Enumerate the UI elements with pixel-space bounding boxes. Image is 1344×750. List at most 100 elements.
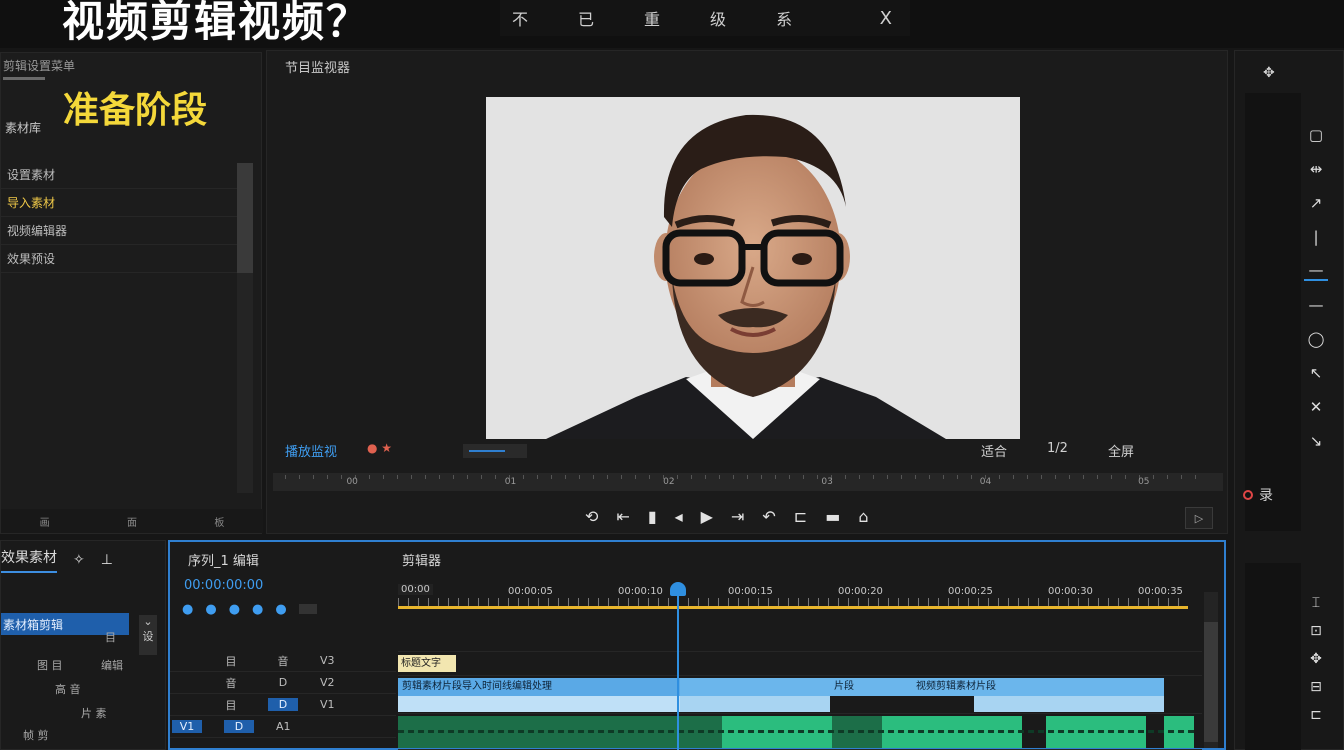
export-frame-button[interactable]: ▷ bbox=[1185, 507, 1213, 529]
pen-tool-icon[interactable]: ↖ bbox=[1304, 363, 1328, 383]
sparkle-icon[interactable]: ✧ bbox=[73, 552, 85, 568]
project-row[interactable]: 图 目 bbox=[37, 657, 63, 673]
video-preview[interactable] bbox=[486, 97, 1020, 439]
project-row[interactable]: 目 bbox=[105, 629, 116, 645]
razor-tool-icon[interactable]: | bbox=[1304, 227, 1328, 247]
zoom-tool-icon[interactable]: ↘ bbox=[1304, 431, 1328, 451]
project-row[interactable]: 片 素 bbox=[81, 705, 107, 721]
timeline-ruler[interactable]: 00:00:05 00:00:10 00:00:15 00:00:20 00:0… bbox=[398, 582, 1188, 610]
track-header-v2[interactable]: 音 D V2 bbox=[170, 672, 396, 694]
step-back-icon[interactable]: ◂ bbox=[675, 507, 683, 526]
monitor-scrub-bar[interactable]: 00 01 02 03 04 05 bbox=[273, 473, 1223, 491]
timeline-timecode[interactable]: 00:00:00:00 bbox=[184, 578, 263, 593]
video-clip-lower[interactable] bbox=[680, 696, 830, 712]
list-item[interactable]: 设置素材 bbox=[1, 161, 237, 189]
track-toggle[interactable]: 目 bbox=[216, 653, 246, 669]
title-clip[interactable]: 标题文字 bbox=[398, 655, 456, 672]
track-toggle[interactable]: D bbox=[268, 698, 298, 711]
footer-item[interactable]: 画 bbox=[40, 514, 50, 529]
undo-icon[interactable]: ↶ bbox=[762, 507, 775, 526]
loop-icon[interactable]: ⟲ bbox=[585, 507, 598, 526]
fullscreen-button[interactable]: 全屏 bbox=[1108, 441, 1134, 460]
track-lane-v3[interactable] bbox=[398, 610, 1202, 652]
timeline-scrollbar[interactable] bbox=[1204, 592, 1218, 748]
record-control[interactable]: 录 bbox=[1243, 485, 1273, 505]
track-header-a1[interactable]: V1 D A1 bbox=[170, 716, 396, 738]
ruler-start-timecode: 00:00 bbox=[398, 584, 433, 595]
track-toggle[interactable]: 音 bbox=[216, 675, 246, 691]
ellipse-tool-icon[interactable]: ◯ bbox=[1304, 329, 1328, 349]
work-area-bar[interactable] bbox=[398, 606, 1188, 609]
marker-icon[interactable]: ● ★ bbox=[367, 441, 392, 455]
project-dropdown[interactable]: ⌄ 设 bbox=[139, 615, 157, 655]
track-lane-v1[interactable]: 剪辑素材片段导入时间线编辑处理 片段 视频剪辑素材片段 bbox=[398, 676, 1202, 714]
linked-selection-icon[interactable]: ● bbox=[205, 602, 216, 617]
top-menu-item[interactable]: 级 bbox=[710, 6, 726, 30]
pin-icon[interactable]: ⊥ bbox=[101, 552, 113, 568]
timeline-tool-stub[interactable] bbox=[298, 604, 317, 614]
ripple-edit-icon[interactable]: ↗ bbox=[1304, 193, 1328, 213]
project-row[interactable]: 高 音 bbox=[55, 681, 81, 697]
slip-tool-icon[interactable]: — bbox=[1304, 261, 1328, 281]
insert-icon[interactable]: ⊏ bbox=[794, 507, 807, 526]
hand-tool-icon[interactable]: ✥ bbox=[1310, 651, 1322, 667]
frame-tool-icon[interactable]: ⊡ bbox=[1310, 623, 1322, 639]
cross-tool-icon[interactable]: ✕ bbox=[1304, 397, 1328, 417]
crop-tool-icon[interactable]: ⊏ bbox=[1310, 707, 1322, 723]
snap-icon[interactable]: ● bbox=[182, 602, 193, 617]
video-clip-lower[interactable] bbox=[974, 696, 1164, 712]
text-tool-icon[interactable]: ⌶ bbox=[1312, 595, 1320, 611]
project-row[interactable]: 帧 剪 bbox=[23, 727, 49, 743]
add-marker-icon[interactable]: ● bbox=[229, 602, 240, 617]
track-toggle[interactable]: D bbox=[224, 720, 254, 733]
go-to-out-icon[interactable]: ⇥ bbox=[731, 507, 744, 526]
panel-tool-icon[interactable]: ⊟ bbox=[1310, 679, 1322, 695]
gap bbox=[870, 696, 974, 712]
captions-icon[interactable]: ● bbox=[275, 602, 286, 617]
source-patch[interactable]: V1 bbox=[172, 720, 202, 733]
track-header-v1[interactable]: 目 D V1 bbox=[170, 694, 396, 716]
lift-icon[interactable]: ⌂ bbox=[858, 507, 868, 526]
play-icon[interactable]: ▶ bbox=[701, 507, 713, 526]
settings-icon[interactable]: ● bbox=[252, 602, 263, 617]
go-to-in-icon[interactable]: ⇤ bbox=[616, 507, 629, 526]
track-lane-v2[interactable]: 标题文字 bbox=[398, 652, 1202, 676]
scroll-thumb[interactable] bbox=[237, 163, 253, 273]
move-icon[interactable]: ✥ bbox=[1263, 65, 1275, 81]
track-toggle[interactable]: 目 bbox=[216, 697, 246, 713]
track-header-v3[interactable]: 目 音 V3 bbox=[170, 650, 396, 672]
sequence-tab[interactable]: 剪辑器 bbox=[402, 550, 441, 569]
video-clip-lower[interactable] bbox=[398, 696, 680, 712]
scroll-thumb[interactable] bbox=[1204, 622, 1218, 742]
selection-tool-icon[interactable]: ▢ bbox=[1304, 125, 1328, 145]
footer-item[interactable]: 板 bbox=[214, 514, 224, 529]
top-menu-item[interactable]: 不 bbox=[512, 6, 528, 30]
left-panel: 剪辑设置菜单 准备阶段 素材库 设置素材 导入素材 视频编辑器 效果预设 画 面… bbox=[0, 52, 263, 534]
footer-item[interactable]: 面 bbox=[127, 514, 137, 529]
resolution-dropdown[interactable]: 1/2 bbox=[1047, 441, 1068, 460]
tab-effects-media[interactable]: 效果素材 bbox=[1, 547, 57, 573]
track-select-icon[interactable]: ⇹ bbox=[1304, 159, 1328, 179]
slide-tool-icon[interactable]: — bbox=[1304, 295, 1328, 315]
track-lane-a1[interactable] bbox=[398, 714, 1202, 750]
mark-icon[interactable]: ▮ bbox=[648, 507, 657, 526]
monitor-playback-label[interactable]: 播放监视 bbox=[285, 441, 337, 460]
list-item[interactable]: 效果预设 bbox=[1, 245, 237, 273]
track-toggle[interactable]: D bbox=[268, 676, 298, 689]
fit-dropdown[interactable]: 适合 bbox=[981, 441, 1007, 460]
top-menu-item[interactable]: 已 bbox=[578, 6, 594, 30]
project-row[interactable]: 编辑 bbox=[101, 657, 123, 673]
list-item[interactable]: 导入素材 bbox=[1, 189, 237, 217]
left-panel-slider[interactable] bbox=[3, 77, 45, 80]
top-menu-item[interactable]: 重 bbox=[644, 6, 660, 30]
overwrite-icon[interactable]: ▬ bbox=[825, 507, 840, 526]
left-panel-scrollbar[interactable] bbox=[237, 163, 253, 493]
top-menu-item[interactable]: 系 bbox=[776, 6, 792, 30]
video-clip[interactable]: 剪辑素材片段导入时间线编辑处理 bbox=[398, 678, 680, 696]
left-panel-tab[interactable]: 素材库 bbox=[5, 119, 41, 136]
close-icon[interactable]: X bbox=[880, 8, 892, 29]
track-toggle[interactable]: 音 bbox=[268, 653, 298, 669]
list-item[interactable]: 视频编辑器 bbox=[1, 217, 237, 245]
monitor-mini-slider[interactable] bbox=[463, 444, 527, 458]
video-clip[interactable]: 片段 视频剪辑素材片段 bbox=[680, 678, 1164, 696]
